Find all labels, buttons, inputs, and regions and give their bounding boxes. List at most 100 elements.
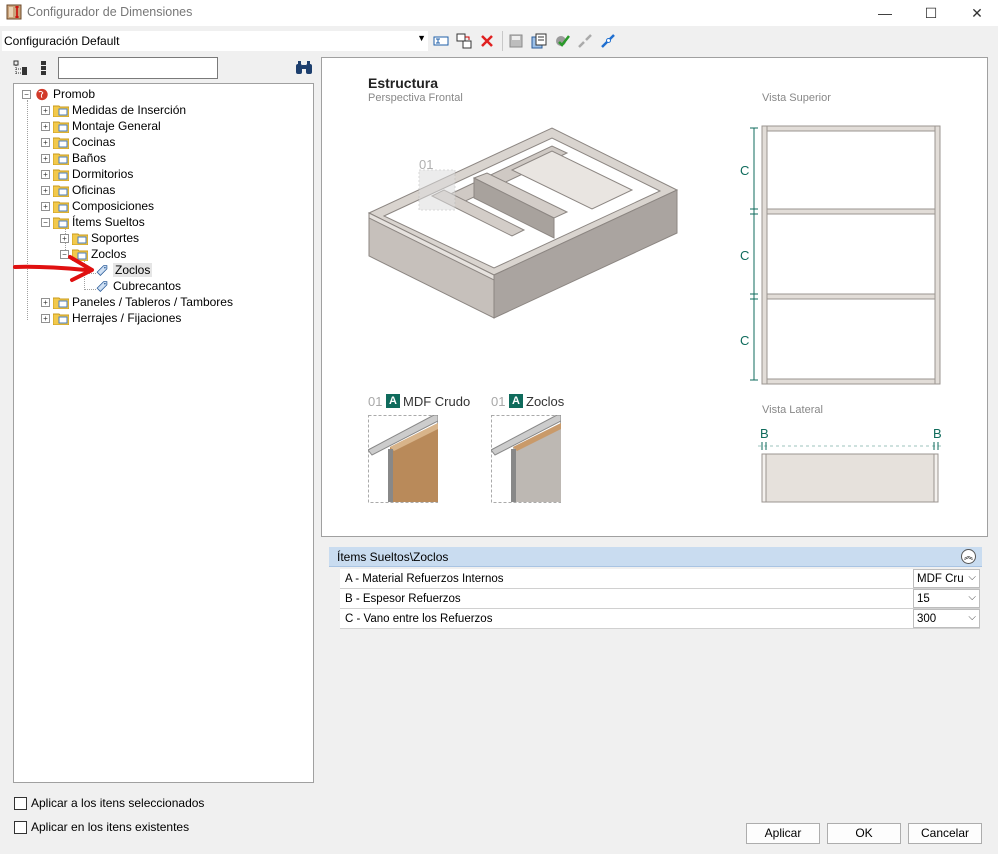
material-select[interactable]: MDF Crudo ⌵ xyxy=(913,569,980,588)
tree-item-label: Zoclos xyxy=(113,263,153,277)
expand-icon[interactable]: + xyxy=(41,313,50,323)
badge-a: A xyxy=(386,394,400,408)
tree-item-label: Cocinas xyxy=(72,135,116,149)
apply-selected-label: Aplicar a los itens seleccionados xyxy=(31,796,205,810)
preview-title: Estructura xyxy=(368,75,439,91)
folder-icon xyxy=(53,137,69,149)
tree-item-selected[interactable]: Zoclos xyxy=(94,262,153,278)
collapse-icon[interactable]: − xyxy=(41,217,50,227)
property-grid-header[interactable]: Ítems Sueltos\Zoclos ︽ xyxy=(329,547,982,567)
category-tree[interactable]: − Promob + Medidas de Inserción + Montaj… xyxy=(13,83,314,783)
spacing-select-value: 300 xyxy=(917,613,937,625)
apply-existing-label: Aplicar en los itens existentes xyxy=(31,820,190,834)
tree-item[interactable]: + Herrajes / Fijaciones xyxy=(41,310,181,326)
tree-item[interactable]: + Baños xyxy=(41,150,106,166)
folder-icon xyxy=(53,201,69,213)
badge-a: A xyxy=(509,394,523,408)
delete-icon[interactable] xyxy=(477,31,497,51)
tree-item-label: Paneles / Tableros / Tambores xyxy=(72,295,233,309)
tree-item[interactable]: + Dormitorios xyxy=(41,166,133,182)
folder-icon xyxy=(72,233,88,245)
chevron-down-icon: ⌵ xyxy=(968,592,976,603)
side-view-drawing xyxy=(758,442,944,503)
toolbar-separator xyxy=(502,31,503,51)
folder-icon xyxy=(53,121,69,133)
chevron-down-icon: ⌵ xyxy=(968,612,976,623)
folder-icon xyxy=(53,105,69,117)
save-icon[interactable] xyxy=(506,31,526,51)
dim-c-label: C xyxy=(740,248,750,263)
ok-button[interactable]: OK xyxy=(827,823,901,844)
expand-all-icon[interactable] xyxy=(13,60,29,76)
apply-check-icon[interactable] xyxy=(552,31,572,51)
folder-icon xyxy=(53,153,69,165)
tree-item[interactable]: + Composiciones xyxy=(41,198,154,214)
tree-item[interactable]: Cubrecantos xyxy=(94,278,181,294)
part-marker-01: 01 xyxy=(419,157,434,172)
property-label: C - Vano entre los Refuerzos xyxy=(345,613,493,625)
tree-item[interactable]: + Oficinas xyxy=(41,182,115,198)
app-icon xyxy=(6,4,22,20)
swatch-number: 01 xyxy=(368,394,383,409)
swatch-label: Zoclos xyxy=(526,394,565,409)
expand-icon[interactable]: + xyxy=(41,105,50,115)
apply-existing-checkbox[interactable] xyxy=(14,821,27,834)
thickness-select[interactable]: 15 ⌵ xyxy=(913,589,980,608)
config-dropdown[interactable]: Configuración Default ▼ xyxy=(2,31,428,51)
dim-c-label: C xyxy=(740,163,750,178)
tree-item-promob[interactable]: − Promob xyxy=(22,86,95,102)
collapse-all-icon[interactable] xyxy=(36,60,52,76)
spacing-select[interactable]: 300 ⌵ xyxy=(913,609,980,628)
maximize-button[interactable]: ☐ xyxy=(908,0,954,26)
tree-item-label: Oficinas xyxy=(72,183,116,197)
expand-icon[interactable]: + xyxy=(41,185,50,195)
collapse-icon[interactable]: − xyxy=(22,89,31,99)
material-select-value: MDF Crudo xyxy=(917,573,963,585)
folder-icon xyxy=(53,297,69,309)
unlink-icon[interactable] xyxy=(575,31,595,51)
tree-item-label: Herrajes / Fijaciones xyxy=(72,311,182,325)
expand-icon[interactable]: + xyxy=(41,153,50,163)
rename-icon[interactable] xyxy=(431,31,451,51)
tree-item-label: Soportes xyxy=(91,231,140,245)
search-input[interactable] xyxy=(58,57,218,79)
top-view-drawing xyxy=(750,125,941,385)
export-icon[interactable] xyxy=(529,31,549,51)
property-grid-title: Ítems Sueltos\Zoclos xyxy=(337,550,449,564)
expand-icon[interactable]: + xyxy=(41,121,50,131)
close-button[interactable]: ✕ xyxy=(954,0,998,26)
copy-config-icon[interactable] xyxy=(454,31,474,51)
link-icon[interactable] xyxy=(598,31,618,51)
red-arrow-annotation xyxy=(13,255,94,282)
expand-icon[interactable]: + xyxy=(41,297,50,307)
tree-item[interactable]: + Soportes xyxy=(60,230,139,246)
expand-icon[interactable]: + xyxy=(41,137,50,147)
tree-item-label: Baños xyxy=(72,151,107,165)
expand-icon[interactable]: + xyxy=(60,233,69,243)
tree-line xyxy=(27,100,28,320)
tree-item[interactable]: + Medidas de Inserción xyxy=(41,102,186,118)
minimize-button[interactable]: — xyxy=(862,0,908,26)
tree-item-label: Montaje General xyxy=(72,119,161,133)
property-label: B - Espesor Refuerzos xyxy=(345,593,461,605)
tree-item-label: Dormitorios xyxy=(72,167,134,181)
preview-subtitle: Perspectiva Frontal xyxy=(368,92,463,104)
tree-item-label: Ítems Sueltos xyxy=(72,215,145,229)
tree-item-label: Medidas de Inserción xyxy=(72,103,187,117)
apply-button[interactable]: Aplicar xyxy=(746,823,820,844)
tree-item[interactable]: + Cocinas xyxy=(41,134,115,150)
folder-icon xyxy=(53,313,69,325)
apply-selected-checkbox[interactable] xyxy=(14,797,27,810)
expand-icon[interactable]: + xyxy=(41,201,50,211)
collapse-chevron-icon[interactable]: ︽ xyxy=(961,549,976,564)
tree-item[interactable]: + Paneles / Tableros / Tambores xyxy=(41,294,233,310)
binoculars-icon[interactable] xyxy=(295,60,313,76)
tree-item[interactable]: − Ítems Sueltos xyxy=(41,214,145,230)
tree-item-label: Composiciones xyxy=(72,199,155,213)
tree-item[interactable]: + Montaje General xyxy=(41,118,161,134)
dropdown-arrow-icon: ▼ xyxy=(417,33,426,43)
isometric-frame-drawing xyxy=(367,127,679,319)
expand-icon[interactable]: + xyxy=(41,169,50,179)
cancel-button[interactable]: Cancelar xyxy=(908,823,982,844)
config-dropdown-value: Configuración Default xyxy=(4,34,120,48)
